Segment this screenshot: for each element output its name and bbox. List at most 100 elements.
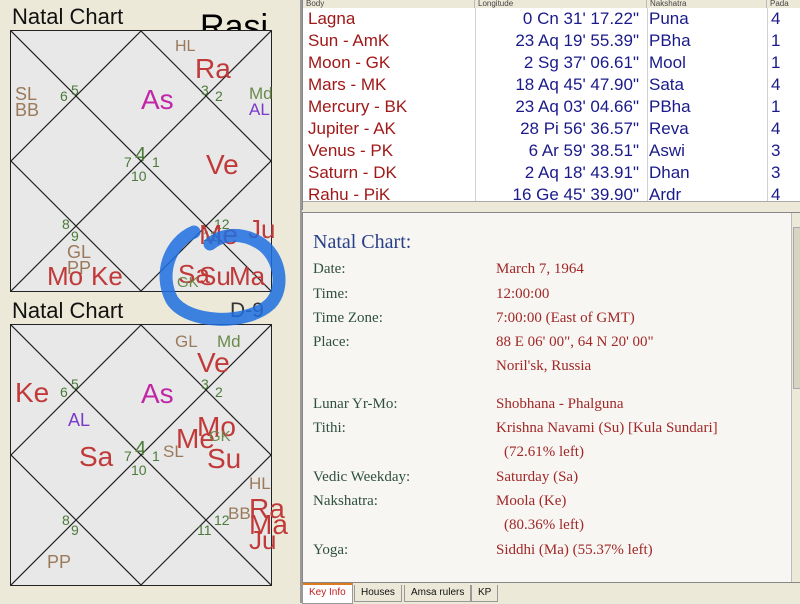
rasi-house-8: 8 (62, 216, 70, 232)
table-row[interactable]: Mercury - BK 23 Aq 03' 04.66" PBha 1 (303, 96, 800, 118)
tab-houses[interactable]: Houses (354, 585, 402, 602)
table-row[interactable]: Moon - GK 2 Sg 37' 06.61" Mool 1 (303, 52, 800, 74)
info-scroll-thumb[interactable] (793, 227, 800, 389)
navamsa-planet-gl: GL (175, 332, 198, 351)
rasi-planet-ke: Ke (91, 261, 123, 291)
cell-longitude: 2 Aq 18' 43.91" (524, 163, 639, 182)
rasi-house-7: 7 (124, 154, 132, 170)
navamsa-planet-ve: Ve (197, 347, 230, 378)
rasi-house-4: 4 (135, 144, 147, 166)
navamsa-planet-sa: Sa (79, 441, 114, 472)
navamsa-house-11: 11 (197, 522, 212, 538)
cell-body: Venus - PK (308, 141, 394, 160)
navamsa-planet-hl: HL (249, 474, 271, 493)
navamsa-chart: 6 5 3 2 7 4 1 10 8 9 12 11 GL Md Ve Ke A… (10, 324, 288, 586)
tab-amsa-rulers[interactable]: Amsa rulers (404, 585, 472, 602)
navamsa-planet-bb: BB (228, 504, 251, 523)
cell-body: Sun - AmK (308, 31, 390, 50)
yoga-value: Siddhi (Ma) (55.37% left) (496, 542, 653, 558)
cell-body: Mars - MK (308, 75, 387, 94)
table-row[interactable]: Mars - MK 18 Aq 45' 47.90" Sata 4 (303, 74, 800, 96)
cell-pada: 3 (771, 141, 781, 160)
cell-pada: 1 (771, 31, 781, 50)
navamsa-planet-al: AL (68, 410, 91, 430)
table-row[interactable]: Jupiter - AK 28 Pi 56' 36.57" Reva 4 (303, 118, 800, 140)
navamsa-house-4: 4 (135, 438, 147, 460)
cell-body: Mercury - BK (308, 97, 408, 116)
table-horizontal-scrollbar[interactable] (303, 201, 800, 210)
column-header-longitude[interactable]: Longitude (475, 0, 647, 8)
key-info-panel: Natal Chart: Date: March 7, 1964 Time: 1… (302, 212, 800, 583)
cell-pada: 1 (771, 53, 781, 72)
table-row[interactable]: Venus - PK 6 Ar 59' 38.51" Aswi 3 (303, 140, 800, 162)
rasi-planet-hl: HL (175, 38, 196, 55)
navamsa-house-10: 10 (131, 462, 147, 478)
rasi-planet-ve: Ve (206, 149, 239, 180)
rasi-planet-ra: Ra (195, 53, 231, 84)
time-label: Time: (313, 286, 349, 302)
rasi-planet-al: AL (249, 100, 270, 119)
navamsa-house-1: 1 (152, 448, 160, 464)
rasi-house-2: 2 (215, 88, 223, 104)
navamsa-house-7: 7 (124, 448, 132, 464)
tithi-label: Tithi: (313, 420, 346, 436)
info-vertical-scrollbar[interactable] (791, 213, 800, 583)
table-row[interactable]: Sun - AmK 23 Aq 19' 55.39" PBha 1 (303, 30, 800, 52)
timezone-label: Time Zone: (313, 310, 383, 326)
yoga-label: Yoga: (313, 542, 349, 558)
rasi-planet-bb: BB (15, 100, 40, 120)
rasi-house-9: 9 (71, 228, 79, 244)
cell-nakshatra: Sata (649, 75, 684, 94)
navamsa-planet-gk: GK (209, 428, 231, 445)
time-value: 12:00:00 (496, 286, 550, 302)
lunar-value: Shobhana - Phalguna (496, 396, 624, 412)
navamsa-house-3: 3 (201, 376, 209, 392)
lunar-label: Lunar Yr-Mo: (313, 396, 398, 412)
rasi-house-5: 5 (71, 82, 79, 98)
rasi-house-10: 10 (131, 168, 147, 184)
column-header-pada[interactable]: Pada (767, 0, 800, 8)
cell-pada: 4 (771, 119, 781, 138)
cell-body: Moon - GK (308, 53, 391, 72)
info-tabs: Key Info Houses Amsa rulers KP (302, 582, 800, 604)
tab-key-info[interactable]: Key Info (302, 583, 353, 604)
table-row[interactable]: Saturn - DK 2 Aq 18' 43.91" Dhan 3 (303, 162, 800, 184)
cell-longitude: 2 Sg 37' 06.61" (523, 53, 639, 72)
column-header-body[interactable]: Body (303, 0, 475, 8)
navamsa-house-8: 8 (62, 512, 70, 528)
cell-nakshatra: Mool (649, 53, 686, 72)
cell-longitude: 18 Aq 45' 47.90" (515, 75, 639, 94)
cell-nakshatra: Dhan (649, 163, 690, 182)
tab-kp[interactable]: KP (471, 585, 499, 602)
nakshatra-remaining: (80.36% left) (504, 517, 584, 533)
rasi-house-6: 6 (60, 88, 68, 104)
navamsa-planet-ju: Ju (249, 525, 277, 555)
navamsa-planet-ke: Ke (15, 377, 50, 408)
navamsa-planet-su: Su (207, 443, 242, 474)
navamsa-planet-as: As (141, 378, 174, 409)
rasi-planet-as: As (141, 84, 174, 115)
cell-longitude: 6 Ar 59' 38.51" (528, 141, 639, 160)
tithi-value: Krishna Navami (Su) [Kula Sundari] (496, 420, 718, 436)
cell-nakshatra: Puna (649, 9, 689, 28)
rasi-chart-title: Natal Chart (12, 4, 124, 29)
cell-nakshatra: Reva (649, 119, 689, 138)
nakshatra-value: Moola (Ke) (496, 493, 567, 509)
weekday-value: Saturday (Sa) (496, 469, 579, 485)
navamsa-house-5: 5 (71, 376, 79, 392)
place-name: Noril'sk, Russia (496, 358, 592, 374)
navamsa-house-2: 2 (215, 384, 223, 400)
navamsa-planet-pp: PP (47, 552, 72, 572)
column-header-nakshatra[interactable]: Nakshatra (647, 0, 767, 8)
cell-pada: 3 (771, 163, 781, 182)
tithi-remaining: (72.61% left) (504, 444, 584, 460)
nakshatra-label: Nakshatra: (313, 493, 378, 509)
date-value: March 7, 1964 (496, 261, 584, 277)
table-row[interactable]: Lagna 0 Cn 31' 17.22" Puna 4 (303, 8, 800, 30)
cell-longitude: 23 Aq 19' 55.39" (515, 31, 639, 50)
cell-body: Saturn - DK (308, 163, 397, 182)
rasi-house-3: 3 (201, 82, 209, 98)
cell-body: Lagna (308, 9, 356, 28)
place-label: Place: (313, 334, 350, 350)
weekday-label: Vedic Weekday: (313, 469, 411, 485)
